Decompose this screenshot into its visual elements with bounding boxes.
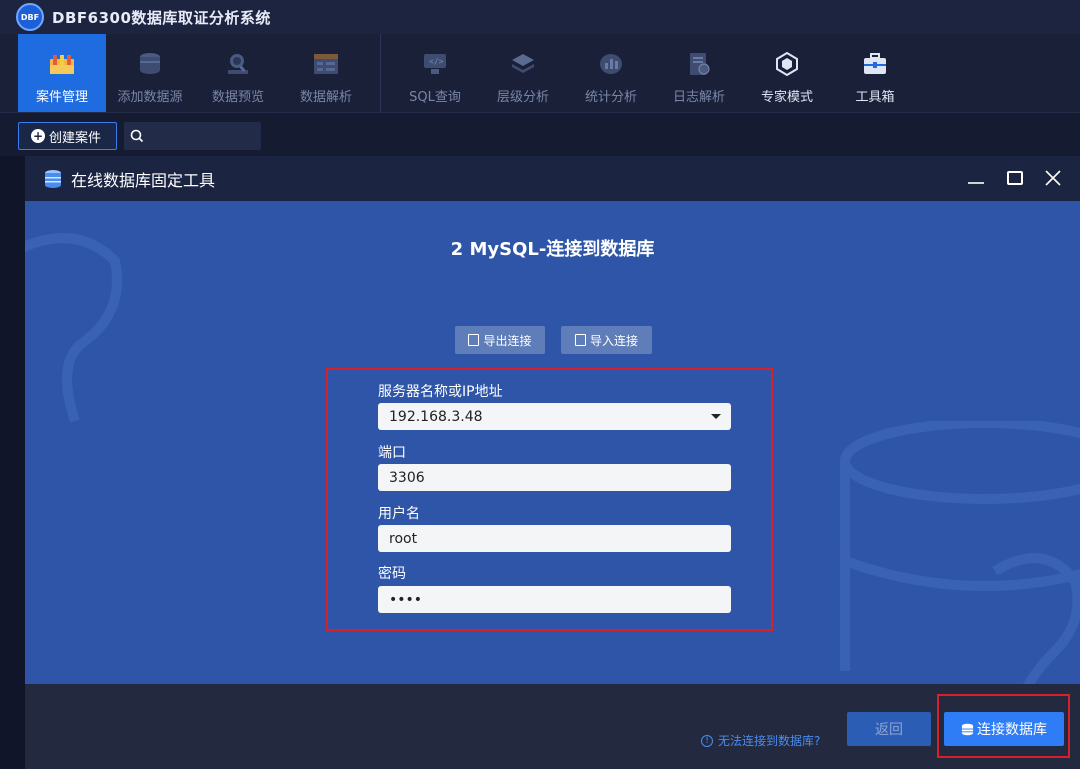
username-field[interactable] bbox=[378, 525, 731, 552]
toolbar-layer-analysis[interactable]: 层级分析 bbox=[479, 34, 567, 112]
toolbar-label: 数据解析 bbox=[299, 90, 352, 105]
info-icon: ! bbox=[701, 734, 713, 747]
toolbar-label: 日志解析 bbox=[672, 90, 725, 105]
app-titlebar: DBF DBF6300数据库取证分析系统 bbox=[0, 0, 1080, 34]
log-parse-icon bbox=[685, 50, 713, 78]
sql-query-icon: </> bbox=[421, 50, 449, 78]
create-case-button[interactable]: + 创建案件 bbox=[18, 122, 117, 150]
search-box[interactable] bbox=[124, 122, 261, 150]
connect-database-button[interactable]: 连接数据库 bbox=[944, 712, 1064, 746]
toolbar-label: 专家模式 bbox=[760, 90, 813, 105]
toolbar-expert-mode[interactable]: 专家模式 bbox=[743, 34, 831, 112]
toolbar-add-datasource[interactable]: 添加数据源 bbox=[106, 34, 194, 112]
password-field[interactable]: •••• bbox=[378, 586, 731, 613]
password-label: 密码 bbox=[378, 566, 406, 582]
toolbar-label: 添加数据源 bbox=[117, 90, 183, 105]
close-button[interactable] bbox=[1039, 165, 1067, 191]
app-logo: DBF bbox=[16, 3, 44, 31]
maximize-button[interactable] bbox=[1001, 165, 1029, 191]
database-icon bbox=[961, 723, 974, 735]
toolbar-toolbox[interactable]: 工具箱 bbox=[831, 34, 919, 112]
import-connection-label: 导入连接 bbox=[589, 333, 638, 348]
toolbar-sql-query[interactable]: </> SQL查询 bbox=[391, 34, 479, 112]
add-datasource-icon bbox=[136, 50, 164, 78]
step-title: 2 MySQL-连接到数据库 bbox=[450, 239, 655, 260]
username-label: 用户名 bbox=[378, 506, 420, 522]
layer-analysis-icon bbox=[509, 50, 537, 78]
connection-form: 服务器名称或IP地址 192.168.3.48 端口 用户名 密码 •••• bbox=[326, 368, 773, 631]
search-icon bbox=[130, 129, 144, 143]
create-case-label: 创建案件 bbox=[49, 130, 102, 146]
minimize-button[interactable] bbox=[962, 165, 990, 191]
export-connection-label: 导出连接 bbox=[483, 333, 532, 348]
username-input[interactable] bbox=[389, 530, 689, 547]
help-link-label: 无法连接到数据库? bbox=[718, 734, 821, 748]
toolbar-label: 工具箱 bbox=[855, 90, 895, 105]
background-database-watermark bbox=[840, 421, 1080, 684]
toolbar-label: SQL查询 bbox=[409, 90, 461, 105]
case-management-icon bbox=[48, 50, 76, 78]
svg-text:</>: </> bbox=[429, 57, 444, 66]
expert-mode-icon bbox=[773, 50, 801, 78]
cannot-connect-help-link[interactable]: ! 无法连接到数据库? bbox=[701, 732, 820, 749]
maximize-icon bbox=[1007, 171, 1023, 185]
back-button[interactable]: 返回 bbox=[847, 712, 931, 746]
dialog-header: 在线数据库固定工具 bbox=[25, 156, 1080, 201]
plus-circle-icon: + bbox=[31, 129, 45, 143]
toolbar-label: 层级分析 bbox=[496, 90, 549, 105]
toolbar-data-parse[interactable]: 数据解析 bbox=[282, 34, 370, 112]
connect-highlight: 连接数据库 bbox=[937, 694, 1070, 758]
toolbar-log-parse[interactable]: 日志解析 bbox=[655, 34, 743, 112]
export-icon bbox=[468, 334, 480, 346]
app-title: DBF6300数据库取证分析系统 bbox=[52, 8, 271, 27]
close-icon bbox=[1045, 170, 1061, 186]
export-connection-button[interactable]: 导出连接 bbox=[455, 326, 545, 354]
import-icon bbox=[574, 334, 586, 346]
dialog-title: 在线数据库固定工具 bbox=[71, 170, 216, 190]
toolbar-case-management[interactable]: 案件管理 bbox=[18, 34, 106, 112]
search-input[interactable] bbox=[148, 129, 248, 143]
toolbox-icon bbox=[861, 50, 889, 78]
online-db-tool-dialog: 在线数据库固定工具 2 MySQL-连接到数据库 导出连接 导入连接 服务器名称… bbox=[25, 156, 1080, 769]
port-input[interactable] bbox=[389, 469, 689, 486]
sub-toolbar: + 创建案件 bbox=[0, 112, 1080, 156]
database-icon bbox=[45, 169, 61, 188]
minimize-icon bbox=[968, 182, 984, 184]
server-select[interactable]: 192.168.3.48 bbox=[378, 403, 731, 430]
main-toolbar: 案件管理 添加数据源 数据预览 数据解析 </> SQL查询 层级分析 统计分析… bbox=[0, 34, 1080, 112]
connect-database-label: 连接数据库 bbox=[977, 722, 1047, 738]
left-panel-strip bbox=[0, 156, 25, 769]
port-label: 端口 bbox=[378, 445, 406, 461]
import-connection-button[interactable]: 导入连接 bbox=[561, 326, 652, 354]
toolbar-label: 统计分析 bbox=[584, 90, 637, 105]
toolbar-label: 数据预览 bbox=[211, 90, 264, 105]
dialog-footer: ! 无法连接到数据库? 返回 连接数据库 bbox=[25, 684, 1080, 769]
data-parse-icon bbox=[312, 50, 340, 78]
server-label: 服务器名称或IP地址 bbox=[378, 384, 503, 400]
toolbar-label: 案件管理 bbox=[35, 90, 88, 105]
server-value: 192.168.3.48 bbox=[389, 408, 483, 425]
toolbar-divider bbox=[380, 34, 381, 112]
statistics-icon bbox=[597, 50, 625, 78]
password-value: •••• bbox=[389, 591, 423, 608]
port-field[interactable] bbox=[378, 464, 731, 491]
dialog-body: 2 MySQL-连接到数据库 导出连接 导入连接 服务器名称或IP地址 192.… bbox=[25, 201, 1080, 684]
toolbar-statistics[interactable]: 统计分析 bbox=[567, 34, 655, 112]
chevron-down-icon[interactable] bbox=[711, 414, 721, 419]
toolbar-data-preview[interactable]: 数据预览 bbox=[194, 34, 282, 112]
data-preview-icon bbox=[224, 50, 252, 78]
